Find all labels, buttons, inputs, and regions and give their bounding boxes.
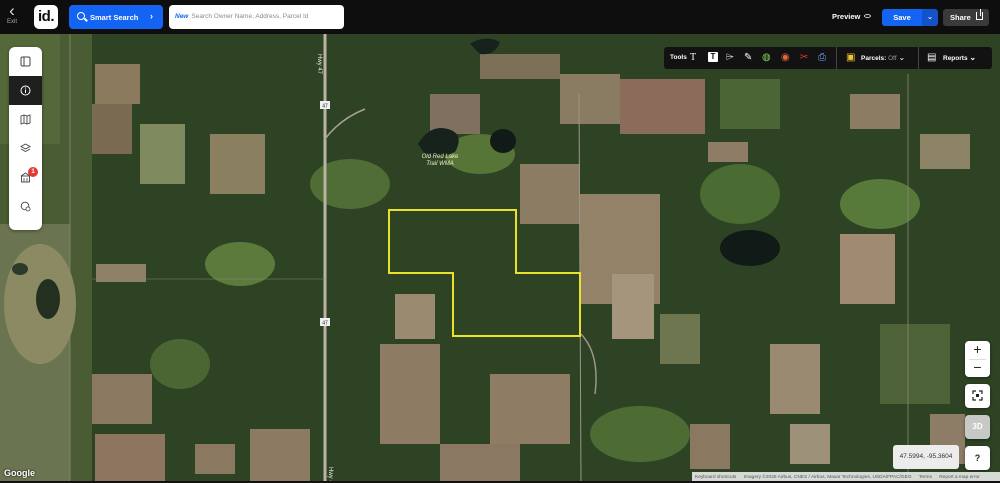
globe-tool-icon[interactable]: ◍ [762,47,771,69]
search-input[interactable]: New Search Owner Name, Address, Parcel Id [169,5,344,29]
chevron-right-icon: › [150,11,153,21]
help-button[interactable]: ? [965,446,990,470]
report-map-error-link[interactable]: Report a map error [939,475,980,480]
marker-tool-icon[interactable]: ◉ [781,47,790,69]
share-label: Share [950,13,971,22]
panel-icon [20,56,31,67]
keyboard-shortcuts-link[interactable]: Keyboard shortcuts [695,475,736,480]
save-dropdown-button[interactable]: ⌄ [922,9,938,26]
fit-bounds-button[interactable] [965,384,990,408]
tools-bar: Tools T T ⌲ ✎ ◍ ◉ ✂ ⎙ ▣ Parcels: Off ⌄ ▤… [664,47,992,69]
scissors-tool-icon[interactable]: ✂ [800,47,808,69]
layers-icon [20,143,31,153]
terms-link[interactable]: Terms [919,475,932,480]
layers-button[interactable] [9,134,42,163]
chevron-down-icon: ⌄ [926,12,934,21]
satellite-map[interactable]: 47 47 Hwy 47 Hwy 47 Old Red Lake Trail W… [0,34,1000,483]
exit-button[interactable]: ‹ Exit [2,1,22,31]
zoom-out-button[interactable]: − [965,359,990,377]
top-bar: ‹ Exit id. Smart Search › New Search Owne… [0,0,1000,34]
fit-bounds-icon [972,390,983,401]
share-button[interactable]: Share [943,9,989,26]
divider [918,47,919,69]
reports-icon: ▤ [927,52,937,63]
share-icon [976,9,983,20]
print-tool-icon[interactable]: ⎙ [818,47,826,69]
info-button[interactable] [9,76,42,105]
3d-toggle-button[interactable]: 3D [965,415,990,439]
place-label-line2: Trail WMA [426,161,454,167]
highway-shield-label: 47 [322,321,328,327]
eye-icon [864,14,872,18]
buildings-button[interactable]: 1 [9,163,42,192]
preview-label: Preview [832,12,861,21]
left-toolbar: 1 [9,47,42,230]
parcels-state: Off [888,55,897,62]
parcels-toggle[interactable]: Parcels: Off ⌄ [861,47,905,69]
preview-button[interactable]: Preview [832,12,872,21]
location-settings-icon [20,201,31,212]
smart-search-label: Smart Search [90,13,139,22]
zoom-in-button[interactable]: + [965,341,990,359]
satellite-imagery: 47 47 Hwy 47 Hwy 47 Old Red Lake Trail W… [0,34,1000,483]
text-tool-icon[interactable]: T [690,47,696,69]
app-logo[interactable]: id. [34,5,58,29]
notification-badge: 1 [28,167,38,177]
parcels-icon: ▣ [846,52,856,63]
highway-shield-label: 47 [322,104,328,110]
exit-label: Exit [6,19,17,25]
place-label-line1: Old Red Lake [422,154,459,160]
parcels-label: Parcels: [861,55,887,62]
save-button[interactable]: Save [882,9,922,26]
new-badge: New [175,13,189,20]
location-settings-button[interactable] [9,192,42,221]
search-icon [77,12,85,20]
road-name-label: Hwy 47 [316,54,322,75]
chevron-down-icon: ⌄ [898,53,906,62]
zoom-controls: + − [965,341,990,377]
coordinates-readout: 47.5994, -95.3604 [893,445,959,469]
textbox-tool-icon[interactable]: T [708,47,718,69]
panel-toggle-button[interactable] [9,47,42,76]
smart-search-button[interactable]: Smart Search › [69,5,163,29]
info-icon [20,85,31,96]
map-button[interactable] [9,105,42,134]
tools-label: Tools [670,54,687,61]
reports-dropdown[interactable]: Reports ⌄ [943,47,976,69]
google-logo: Google [4,468,35,478]
pencil-tool-icon[interactable]: ✎ [744,47,752,69]
chevron-left-icon: ‹ [9,1,15,20]
search-placeholder: Search Owner Name, Address, Parcel Id [191,13,309,20]
polygon-tool-icon[interactable]: ⌲ [726,47,734,69]
divider [836,47,837,69]
reports-label: Reports [943,55,968,62]
map-icon [20,114,31,125]
imagery-credit: Imagery ©2025 Airbus, CNES / Airbus, Max… [743,475,912,480]
chevron-down-icon: ⌄ [969,53,977,62]
